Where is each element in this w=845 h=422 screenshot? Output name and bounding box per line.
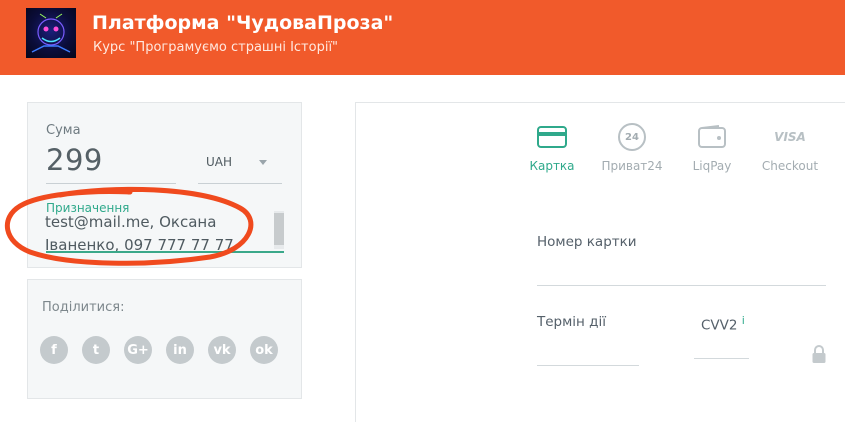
currency-select[interactable]: UAH (206, 155, 232, 169)
card-number-label: Номер картки (537, 234, 637, 250)
payment-details-panel: Сума 299 UAH Призначення test@mail.me, О… (27, 102, 302, 268)
vk-icon[interactable]: vk (208, 336, 236, 364)
chevron-down-icon[interactable] (259, 160, 267, 165)
expiry-input[interactable] (537, 365, 639, 366)
purpose-underline (46, 251, 284, 253)
card-number-input[interactable] (537, 285, 826, 286)
platform-title: Платформа "ЧудоваПроза" (92, 12, 394, 34)
card-payment-panel: Картка 24 Приват24 LiqPay VISA Checkout … (355, 102, 845, 422)
method-label-liqpay: LiqPay (692, 159, 732, 173)
platform-logo[interactable] (26, 8, 76, 58)
method-label-card: Картка (529, 159, 575, 173)
linkedin-icon[interactable]: in (166, 336, 194, 364)
amount-underline (46, 183, 176, 184)
share-icons: f t G+ in vk ok (40, 336, 278, 364)
method-tab-liqpay[interactable]: LiqPay (690, 123, 734, 173)
lock-icon (811, 344, 827, 368)
method-tab-privat24[interactable]: 24 Приват24 (600, 123, 664, 173)
info-icon[interactable]: i (742, 314, 745, 327)
method-label-privat24: Приват24 (601, 159, 663, 173)
twitter-icon[interactable]: t (82, 336, 110, 364)
cvv-label: CVV2 i (701, 314, 745, 334)
course-subtitle: Курс "Програмуємо страшні Історії" (93, 40, 339, 55)
cvv-input[interactable] (694, 358, 749, 359)
expiry-label: Термін дії (537, 314, 607, 330)
currency-underline (198, 183, 282, 184)
method-tab-checkout[interactable]: VISA Checkout (760, 123, 820, 173)
wallet-icon (690, 123, 734, 151)
google-plus-icon[interactable]: G+ (124, 336, 152, 364)
facebook-icon[interactable]: f (40, 336, 68, 364)
method-tab-card[interactable]: Картка (528, 123, 576, 173)
share-panel: Поділитися: f t G+ in vk ok (27, 279, 302, 399)
share-label: Поділитися: (42, 300, 125, 315)
method-label-checkout: Checkout (761, 159, 819, 173)
purpose-scrollbar-thumb[interactable] (274, 213, 284, 245)
odnoklassniki-icon[interactable]: ok (250, 336, 278, 364)
privat24-icon: 24 (600, 123, 664, 151)
header-bar: Платформа "ЧудоваПроза" Курс "Програмуєм… (0, 0, 845, 75)
amount-input[interactable]: 299 (46, 143, 103, 177)
card-icon (528, 123, 576, 151)
amount-label: Сума (46, 123, 81, 138)
visa-icon: VISA (774, 130, 806, 144)
